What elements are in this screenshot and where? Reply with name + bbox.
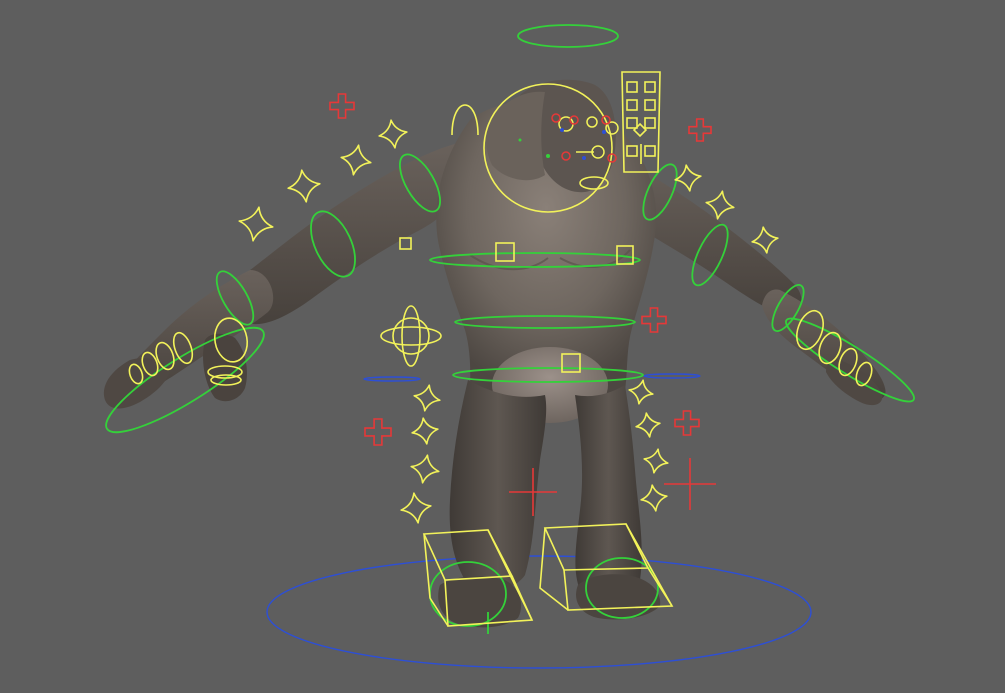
star-control-icon[interactable] <box>639 483 668 512</box>
cross-locator-icon[interactable] <box>364 418 392 446</box>
right-leg <box>575 385 642 596</box>
star-control-icon[interactable] <box>409 453 441 485</box>
cross-locator-icon[interactable] <box>641 307 667 333</box>
star-control-icon[interactable] <box>642 447 670 475</box>
neck-hump <box>486 91 545 181</box>
hip-pelvis-ring-blue[interactable] <box>363 376 421 382</box>
cross-locator-icon[interactable] <box>664 458 716 510</box>
cross-locator-icon[interactable] <box>688 118 712 142</box>
star-control-icon[interactable] <box>410 416 439 445</box>
star-control-icon[interactable] <box>377 118 409 150</box>
world-root-control[interactable] <box>266 555 812 669</box>
left-foot <box>438 576 522 628</box>
cross-locator-icon[interactable] <box>674 410 700 436</box>
star-control-icon[interactable] <box>236 204 275 243</box>
hip-pelvis-ring-blue-right[interactable] <box>643 373 701 379</box>
star-control-icon[interactable] <box>286 168 322 204</box>
maya-3d-viewport[interactable] <box>0 0 1005 693</box>
star-control-icon[interactable] <box>627 378 655 406</box>
star-control-icon[interactable] <box>339 143 374 178</box>
star-control-icon[interactable] <box>399 491 433 525</box>
center-of-gravity-control[interactable] <box>380 305 442 367</box>
rig-scene[interactable] <box>0 0 1005 693</box>
star-control-icon[interactable] <box>673 163 702 192</box>
left-leg <box>449 380 547 591</box>
right-foot <box>576 574 661 620</box>
cross-locator-icon[interactable] <box>329 93 355 119</box>
star-control-icon[interactable] <box>412 383 442 413</box>
head-top-control[interactable] <box>517 24 619 48</box>
star-control-icon[interactable] <box>634 411 661 438</box>
